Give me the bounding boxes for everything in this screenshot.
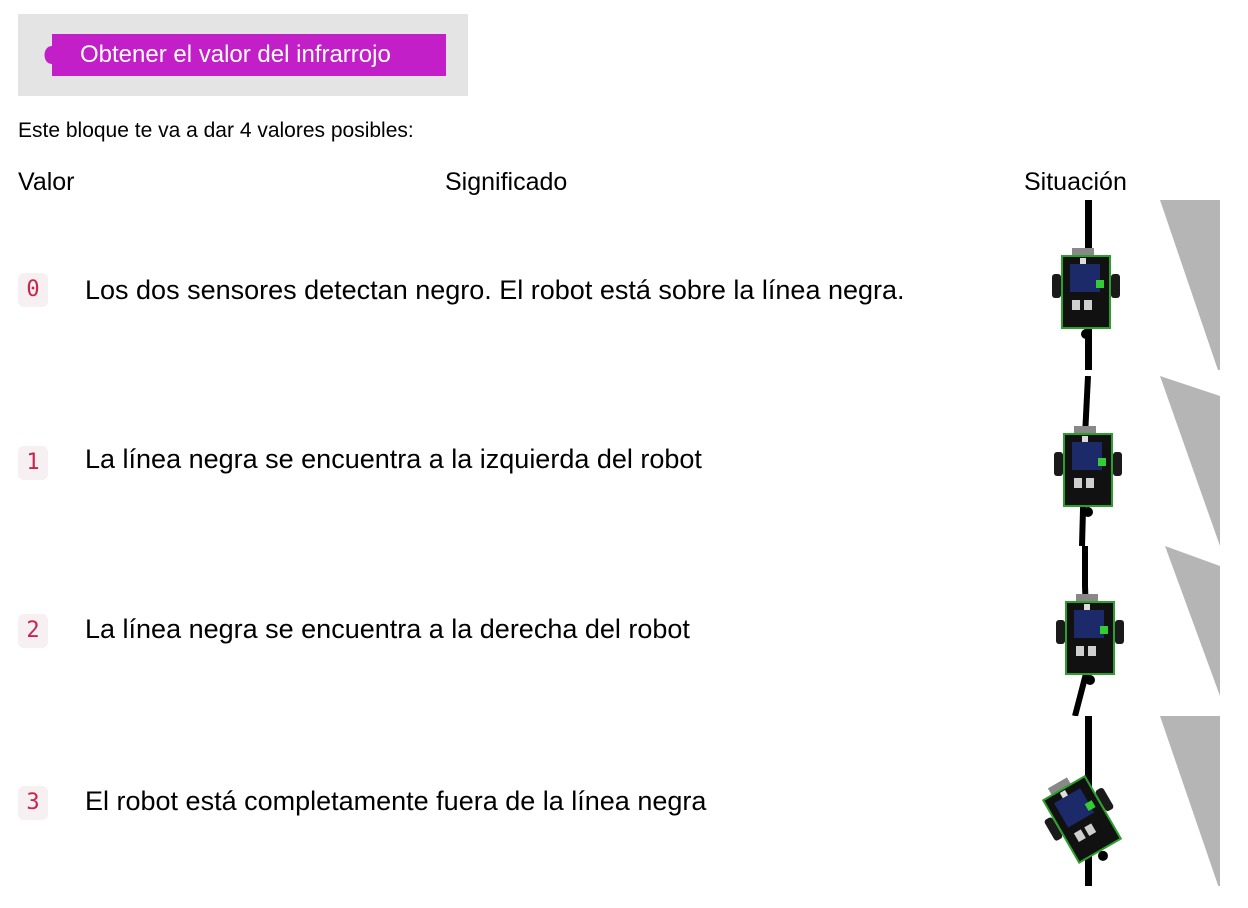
intro-text: Este bloque te va a dar 4 valores posibl…	[18, 119, 414, 142]
block-preview: Obtener el valor del infrarrojo	[18, 14, 468, 96]
value-badge: 2	[18, 614, 48, 648]
meaning-text: Los dos sensores detectan negro. El robo…	[85, 275, 905, 305]
infrared-value-block[interactable]: Obtener el valor del infrarrojo	[40, 34, 446, 76]
table-row: 2 La línea negra se encuentra a la derec…	[0, 546, 1248, 716]
value-badge: 0	[18, 273, 48, 307]
header-meaning: Significado	[445, 168, 568, 196]
table-row: 0 Los dos sensores detectan negro. El ro…	[0, 200, 1248, 370]
meaning-text: El robot está completamente fuera de la …	[85, 786, 707, 816]
robot-line-left-image	[1030, 376, 1220, 546]
table-row: 3 El robot está completamente fuera de l…	[0, 716, 1248, 886]
robot-on-line-image	[1030, 200, 1220, 370]
value-badge: 1	[18, 446, 48, 480]
meaning-text: La línea negra se encuentra a la izquier…	[85, 444, 702, 474]
table-row: 1 La línea negra se encuentra a la izqui…	[0, 376, 1248, 546]
value-badge: 3	[18, 786, 48, 820]
robot-off-line-image	[1030, 716, 1220, 886]
meaning-text: La línea negra se encuentra a la derecha…	[85, 614, 690, 644]
header-value: Valor	[18, 168, 75, 196]
header-situation: Situación	[1024, 168, 1127, 196]
robot-line-right-image	[1030, 546, 1220, 716]
block-label: Obtener el valor del infrarrojo	[80, 41, 391, 68]
